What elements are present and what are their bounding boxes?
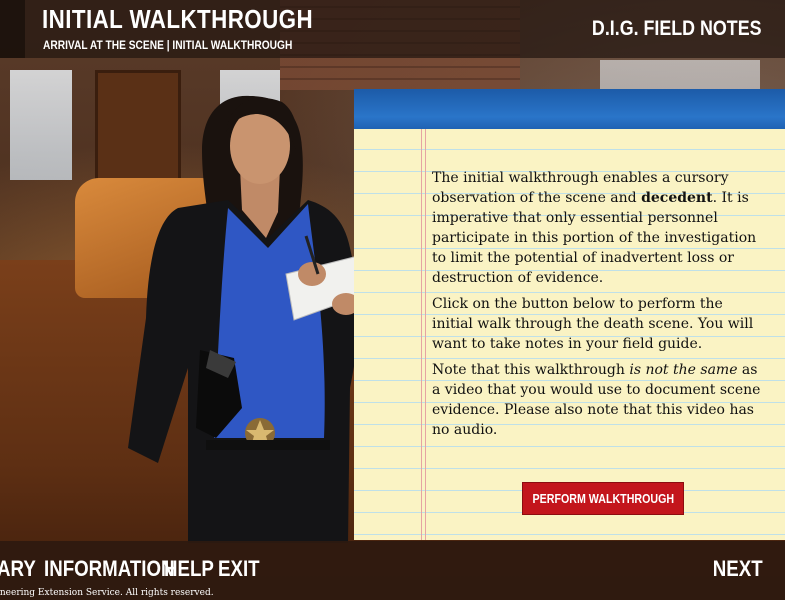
notepad-panel: The initial walkthrough enables a cursor… xyxy=(354,89,785,540)
margin-line xyxy=(425,129,426,540)
term-decedent: decedent xyxy=(641,190,713,206)
nav-exit[interactable]: EXIT xyxy=(218,556,260,582)
next-button[interactable]: NEXT xyxy=(713,556,763,582)
notepad-text: The initial walkthrough enables a cursor… xyxy=(432,168,768,446)
nav-help[interactable]: HELP xyxy=(164,556,214,582)
breadcrumb: ARRIVAL AT THE SCENE | INITIAL WALKTHROU… xyxy=(43,38,293,52)
margin-line xyxy=(421,129,422,540)
header-accent xyxy=(0,0,25,58)
investigator-figure xyxy=(128,95,367,543)
window xyxy=(10,70,72,180)
nav-glossary[interactable]: ARY xyxy=(0,556,36,582)
notepad-header-strip xyxy=(354,89,785,129)
brand-title: D.I.G. FIELD NOTES xyxy=(592,17,762,40)
paragraph-intro: The initial walkthrough enables a cursor… xyxy=(432,170,757,286)
perform-walkthrough-button[interactable]: PERFORM WALKTHROUGH xyxy=(522,482,684,515)
paragraph-note: Note that this walkthrough is not the sa… xyxy=(432,362,761,438)
nav-information[interactable]: INFORMATION xyxy=(44,556,175,582)
page-title: INITIAL WALKTHROUGH xyxy=(42,4,314,34)
copyright-text: ineering Extension Service. All rights r… xyxy=(0,588,214,598)
paragraph-instructions: Click on the button below to perform the… xyxy=(432,296,754,352)
